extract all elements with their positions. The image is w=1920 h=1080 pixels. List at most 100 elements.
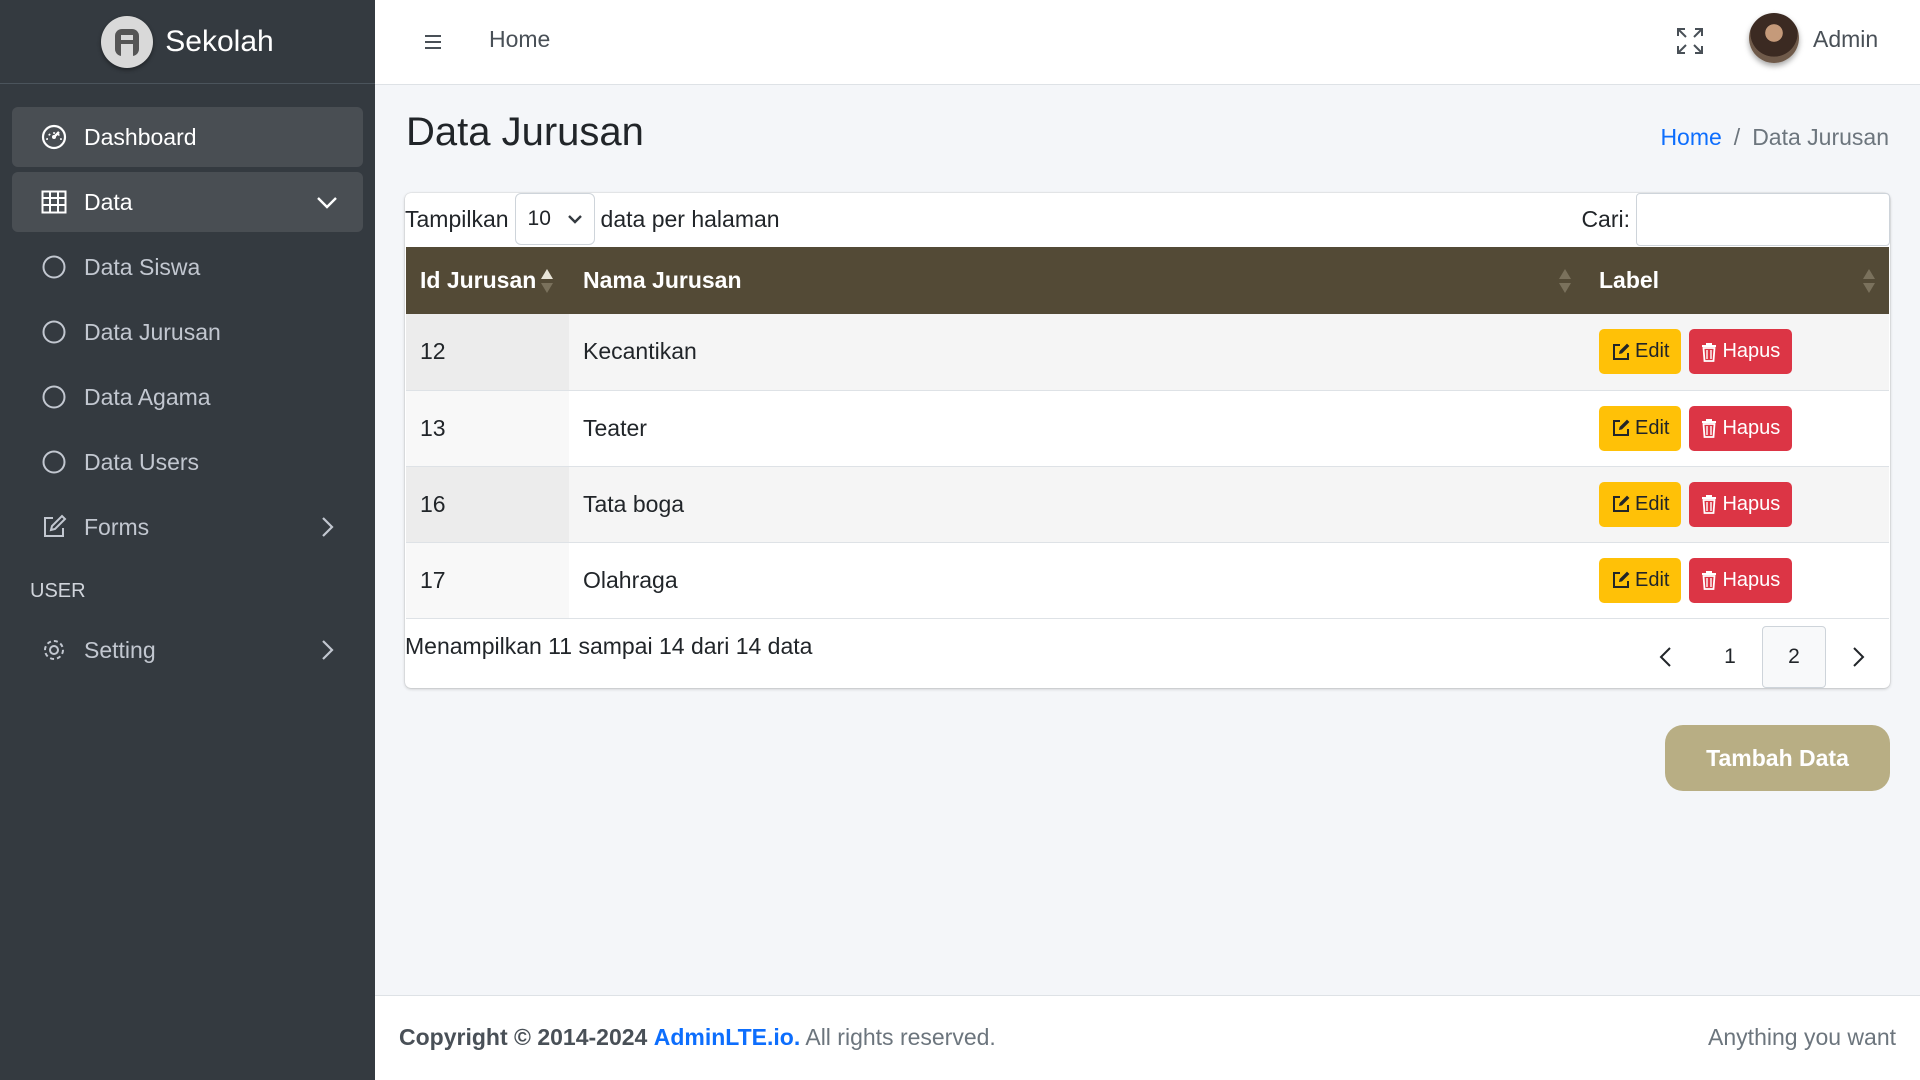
speedometer-icon xyxy=(40,123,68,151)
rights-text: All rights reserved. xyxy=(805,1024,996,1050)
delete-button[interactable]: Hapus xyxy=(1689,329,1793,375)
sidebar-item-data[interactable]: Data xyxy=(12,172,363,232)
pagination-previous[interactable] xyxy=(1634,626,1698,688)
sidebar-item-label: Data Users xyxy=(84,448,200,475)
sidebar-section-header: USER xyxy=(30,580,86,602)
column-header-label: Nama Jurusan xyxy=(583,267,742,293)
sidebar-item-label: Data Jurusan xyxy=(84,318,221,345)
pagination: 1 2 xyxy=(1634,626,1890,688)
copyright-text: Copyright © 2014-2024 xyxy=(399,1024,648,1050)
delete-button[interactable]: Hapus xyxy=(1689,405,1793,451)
edit-label: Edit xyxy=(1635,340,1670,363)
avatar[interactable] xyxy=(1749,13,1799,63)
edit-label: Edit xyxy=(1635,492,1670,515)
top-navbar: Home Admin xyxy=(375,0,1920,85)
sidebar-item-data-users[interactable]: Data Users xyxy=(12,432,363,492)
sidebar-item-setting[interactable]: Setting xyxy=(12,620,363,680)
trash-icon xyxy=(1702,419,1717,438)
trash-icon xyxy=(1702,495,1717,514)
jurusan-table: Id Jurusan Nama Jurusan Label 12 Kecanti… xyxy=(406,247,1889,619)
table-row: 12 Kecantikan Edit Hapus xyxy=(406,314,1889,390)
column-header-label: Label xyxy=(1599,267,1660,293)
chevron-right-icon xyxy=(313,636,341,664)
hamburger-menu-icon[interactable] xyxy=(419,28,447,56)
sidebar-nav: Dashboard Data Data Siswa Data Jurusan D… xyxy=(0,84,375,680)
fullscreen-icon[interactable] xyxy=(1675,26,1705,56)
search-input[interactable] xyxy=(1636,192,1890,246)
pagination-page-1[interactable]: 1 xyxy=(1698,626,1762,688)
footer-copyright: Copyright © 2014-2024 AdminLTE.io. All r… xyxy=(399,1024,996,1051)
cell-id: 12 xyxy=(406,314,569,390)
edit-button[interactable]: Edit xyxy=(1599,329,1682,375)
circle-icon xyxy=(40,383,68,411)
edit-icon xyxy=(1613,571,1630,588)
chevron-right-icon xyxy=(313,513,341,541)
sidebar-item-data-siswa[interactable]: Data Siswa xyxy=(12,237,363,297)
page-length-value: 10 xyxy=(527,207,551,230)
page-length-suffix: data per halaman xyxy=(600,205,780,232)
add-data-button[interactable]: Tambah Data xyxy=(1665,725,1890,791)
delete-label: Hapus xyxy=(1722,416,1781,439)
edit-button[interactable]: Edit xyxy=(1599,405,1682,451)
sidebar-item-forms[interactable]: Forms xyxy=(12,497,363,557)
chevron-down-icon xyxy=(564,208,586,230)
cell-nama: Tata boga xyxy=(583,490,685,517)
page-length-select[interactable]: 10 xyxy=(514,193,595,245)
sidebar-item-label: Data xyxy=(84,188,133,215)
page-length-control: Tampilkan 10 data per halaman xyxy=(405,193,780,245)
cell-id: 13 xyxy=(406,390,569,466)
data-table-card: Tampilkan 10 data per halaman Cari: Id J… xyxy=(405,192,1890,688)
sidebar-item-dashboard[interactable]: Dashboard xyxy=(12,107,363,167)
edit-button[interactable]: Edit xyxy=(1599,557,1682,603)
trash-icon xyxy=(1702,571,1717,590)
cell-id: 16 xyxy=(406,466,569,542)
table-row: 16 Tata boga Edit Hapus xyxy=(406,466,1889,542)
cell-id: 17 xyxy=(406,542,569,618)
breadcrumb: Home / Data Jurusan xyxy=(1660,124,1889,151)
sidebar-item-data-agama[interactable]: Data Agama xyxy=(12,367,363,427)
circle-icon xyxy=(40,318,68,346)
pagination-page-2[interactable]: 2 xyxy=(1762,626,1826,688)
chevron-left-icon xyxy=(1659,647,1671,667)
pencil-square-icon xyxy=(40,513,68,541)
table-header-row: Id Jurusan Nama Jurusan Label xyxy=(406,247,1889,314)
cell-nama: Teater xyxy=(583,414,647,441)
adminlte-link[interactable]: AdminLTE.io. xyxy=(654,1024,801,1050)
breadcrumb-current: Data Jurusan xyxy=(1752,124,1889,150)
table-row: 17 Olahraga Edit Hapus xyxy=(406,542,1889,618)
chevron-down-icon xyxy=(313,188,341,216)
column-header-nama[interactable]: Nama Jurusan xyxy=(569,247,1585,314)
brand[interactable]: Sekolah xyxy=(0,0,375,84)
page-title: Data Jurusan xyxy=(406,110,644,154)
pagination-next[interactable] xyxy=(1826,626,1890,688)
gear-icon xyxy=(40,636,68,664)
sidebar-item-label: Data Siswa xyxy=(84,253,201,280)
table-icon xyxy=(40,188,68,216)
footer-right-text: Anything you want xyxy=(1708,1024,1896,1050)
sidebar-item-data-jurusan[interactable]: Data Jurusan xyxy=(12,302,363,362)
cell-actions: Edit Hapus xyxy=(1585,466,1889,542)
sidebar: Sekolah Dashboard Data Data Siswa Data J… xyxy=(0,0,375,1080)
edit-icon xyxy=(1613,419,1630,436)
delete-button[interactable]: Hapus xyxy=(1689,557,1793,603)
circle-icon xyxy=(40,448,68,476)
sort-icon xyxy=(1557,267,1573,295)
breadcrumb-separator: / xyxy=(1733,124,1741,150)
breadcrumb-home[interactable]: Home xyxy=(1660,124,1721,151)
footer: Copyright © 2014-2024 AdminLTE.io. All r… xyxy=(375,995,1920,1080)
edit-button[interactable]: Edit xyxy=(1599,481,1682,527)
column-header-id[interactable]: Id Jurusan xyxy=(406,247,569,314)
circle-icon xyxy=(40,253,68,281)
user-name[interactable]: Admin xyxy=(1813,26,1878,53)
column-header-label[interactable]: Label xyxy=(1585,247,1889,314)
sidebar-item-label: Forms xyxy=(84,513,150,540)
cell-nama: Kecantikan xyxy=(583,338,697,365)
sort-icon xyxy=(1861,267,1877,295)
brand-name: Sekolah xyxy=(165,24,274,58)
sidebar-item-label: Dashboard xyxy=(84,123,197,150)
delete-button[interactable]: Hapus xyxy=(1689,481,1793,527)
column-header-label: Id Jurusan xyxy=(420,267,537,293)
edit-label: Edit xyxy=(1635,568,1670,591)
delete-label: Hapus xyxy=(1722,568,1781,591)
topbar-home-link[interactable]: Home xyxy=(489,26,550,53)
